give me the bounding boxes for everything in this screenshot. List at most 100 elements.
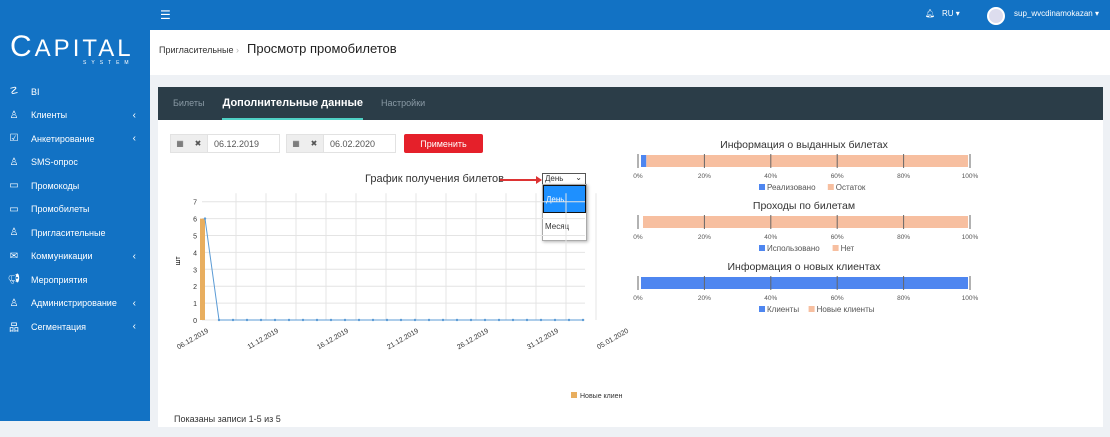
percent-bar-segment <box>643 216 968 228</box>
clear-icon[interactable]: ✖ <box>305 135 323 152</box>
data-point <box>413 318 417 322</box>
tab-settings[interactable]: Настройки <box>381 87 425 120</box>
breadcrumb[interactable]: Пригласительные › <box>159 45 239 55</box>
data-point <box>259 318 263 322</box>
x-tick-label: 06.12.2019 <box>176 328 210 352</box>
percent-bar-segment <box>646 155 968 167</box>
ticket-icon: ▭ <box>9 203 19 215</box>
y-tick-label: 1 <box>193 301 197 308</box>
y-tick-label: 7 <box>193 200 197 207</box>
data-point <box>567 318 571 322</box>
pct-tick-label: 60% <box>831 173 844 180</box>
pct-tick-label: 20% <box>698 234 711 241</box>
date-from-input[interactable] <box>207 135 279 152</box>
chevron-left-icon: ‹ <box>132 133 136 145</box>
sidebar-item[interactable]: ♙ Клиенты ‹ <box>0 104 150 128</box>
sidebar-item[interactable]: ♙ Пригласительные <box>0 221 150 245</box>
apply-button[interactable]: Применить <box>404 134 483 153</box>
sidebar-item[interactable]: 📢︎ Мероприятия <box>0 268 150 292</box>
data-point <box>273 318 277 322</box>
data-point <box>343 318 347 322</box>
pct-tick-label: 0% <box>633 295 643 302</box>
data-point <box>231 318 235 322</box>
data-point <box>329 318 333 322</box>
pct-tick-label: 100% <box>962 295 979 302</box>
megaphone-icon: 📢︎ <box>7 274 21 286</box>
data-point <box>581 318 585 322</box>
pct-tick-label: 40% <box>764 234 777 241</box>
legend-label: Новые клиен <box>580 393 623 400</box>
sidebar-item-label: Мероприятия <box>31 274 88 285</box>
y-tick-label: 4 <box>193 250 197 257</box>
legend-swatch <box>759 245 765 251</box>
pct-tick-label: 20% <box>698 173 711 180</box>
pct-tick-label: 100% <box>962 234 979 241</box>
language-select[interactable]: RU ▾ <box>942 9 960 18</box>
bell-icon[interactable]: 🔔︎ <box>925 9 935 18</box>
language-label: RU <box>942 9 954 18</box>
red-arrow-annotation <box>500 176 542 184</box>
percent-bar-segment <box>641 277 968 289</box>
envelope-icon: ✉ <box>9 250 19 262</box>
data-point <box>357 318 361 322</box>
legend-label: Остаток <box>836 183 866 192</box>
data-point <box>469 318 473 322</box>
data-point <box>539 318 543 322</box>
chevron-down-icon: ⌄ <box>575 173 582 182</box>
data-point <box>371 318 375 322</box>
user-menu[interactable]: sup_wvcdinamokazan ▾ <box>1014 9 1099 18</box>
sidebar-item[interactable]: ♙ Администрирование ‹ <box>0 292 150 316</box>
clear-icon[interactable]: ✖ <box>189 135 207 152</box>
data-point <box>287 318 291 322</box>
pct-tick-label: 40% <box>764 173 777 180</box>
pct-tick-label: 0% <box>633 234 643 241</box>
sidebar-item-label: BI <box>31 86 40 97</box>
legend-swatch <box>759 184 765 190</box>
percent-chart-title: Информация о новых клиентах <box>727 261 881 273</box>
sidebar-item[interactable]: ▭ Промобилеты <box>0 198 150 222</box>
sitemap-icon: 品 <box>9 323 19 335</box>
data-point <box>203 217 207 220</box>
sidebar-item-label: Пригласительные <box>31 227 106 238</box>
legend-label: Новые клиенты <box>817 305 875 314</box>
user-icon: ♙ <box>9 109 19 121</box>
logo[interactable]: CAPITAL SYSTEM <box>10 30 134 66</box>
legend-swatch <box>571 392 577 398</box>
sidebar-item[interactable]: ☑ Анкетирование ‹ <box>0 127 150 151</box>
data-point <box>511 318 515 322</box>
chart-line-icon: ☡ <box>9 86 19 98</box>
chevron-left-icon: ‹ <box>132 321 136 333</box>
sidebar-item-label: Промокоды <box>31 180 80 191</box>
x-tick-label: 26.12.2019 <box>456 328 490 352</box>
calendar-icon[interactable]: ▦ <box>171 135 189 152</box>
data-point <box>301 318 305 322</box>
menu-toggle-icon[interactable]: ☰ <box>160 8 171 22</box>
calendar-icon[interactable]: ▦ <box>287 135 305 152</box>
period-select-value: День <box>545 174 564 183</box>
tab-additional-data[interactable]: Дополнительные данные <box>222 87 364 120</box>
sidebar-item[interactable]: ☡ BI <box>0 80 150 104</box>
legend-swatch <box>827 184 834 190</box>
sidebar-item[interactable]: ♙ SMS-опрос <box>0 151 150 175</box>
sidebar-item-label: Администрирование <box>31 298 117 309</box>
x-tick-label: 05.01.2020 <box>596 328 630 352</box>
legend-swatch <box>832 245 839 251</box>
avatar[interactable] <box>987 7 1005 25</box>
bar <box>200 218 205 320</box>
data-point <box>399 318 403 322</box>
data-point <box>525 318 529 322</box>
sidebar-item[interactable]: ✉ Коммуникации ‹ <box>0 245 150 269</box>
data-point <box>497 318 501 322</box>
tab-bar: Билеты Дополнительные данные Настройки <box>158 87 1103 120</box>
data-point <box>315 318 319 322</box>
breadcrumb-parent[interactable]: Пригласительные <box>159 45 233 55</box>
y-axis-label: шт <box>175 256 182 266</box>
pct-tick-label: 40% <box>764 295 777 302</box>
legend-label: Нет <box>841 244 855 253</box>
sidebar-item[interactable]: 品 Сегментация ‹ <box>0 315 150 339</box>
form-check-icon: ☑ <box>9 133 19 145</box>
date-to-input[interactable] <box>323 135 395 152</box>
tab-tickets[interactable]: Билеты <box>173 87 204 120</box>
date-filter: ▦✖ ▦✖ Применить <box>170 134 483 153</box>
sidebar-item[interactable]: ▭ Промокоды <box>0 174 150 198</box>
